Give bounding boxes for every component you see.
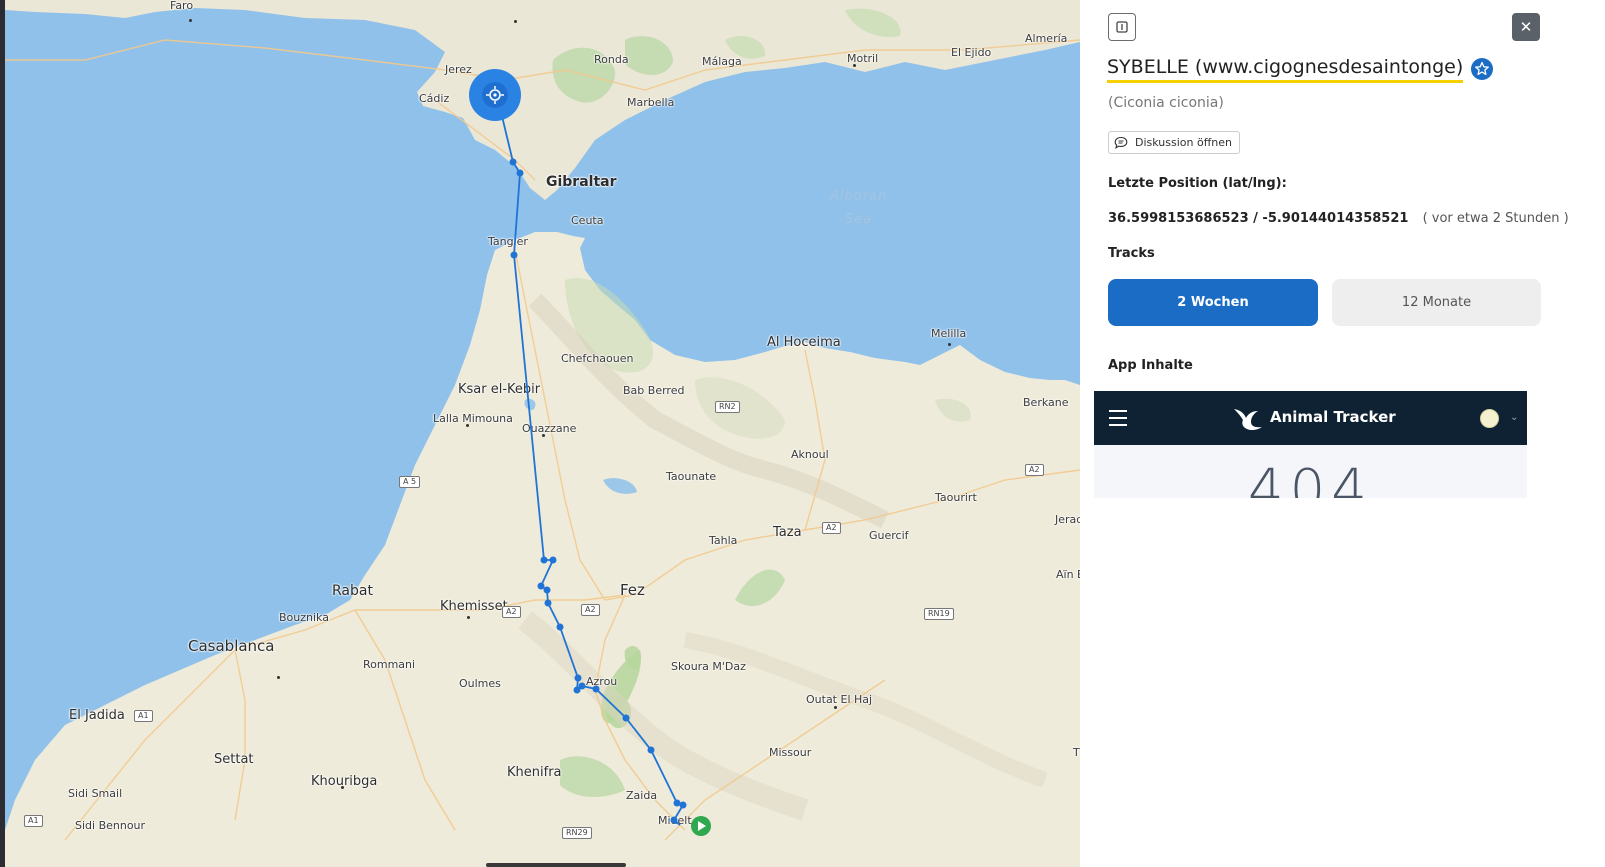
animal-tracker-logo-icon [1234, 409, 1262, 430]
close-button[interactable]: ✕ [1512, 13, 1540, 41]
open-discussion-label: Diskussion öffnen [1135, 136, 1232, 149]
chevron-down-icon[interactable]: ⌄ [1510, 412, 1518, 423]
app-header: Animal Tracker ⌄ [1094, 391, 1527, 445]
track-12-months-button[interactable]: 12 Monate [1332, 279, 1541, 326]
last-position-value: 36.5998153686523 / -5.90144014358521 [1108, 211, 1409, 226]
species-name: (Ciconia ciconia) [1108, 95, 1224, 111]
track-point[interactable] [510, 251, 518, 259]
last-position-row: 36.5998153686523 / -5.90144014358521 ( v… [1108, 211, 1569, 226]
open-discussion-button[interactable]: Diskussion öffnen [1108, 131, 1240, 154]
track-point[interactable] [543, 586, 551, 594]
track-point[interactable] [592, 685, 600, 693]
track-2-weeks-button[interactable]: 2 Wochen [1108, 279, 1318, 326]
map-scrollbar[interactable] [486, 863, 626, 867]
close-icon: ✕ [1519, 18, 1533, 36]
track-point[interactable] [516, 169, 524, 177]
menu-icon[interactable] [1109, 410, 1127, 426]
track-point[interactable] [574, 674, 582, 682]
tracks-label: Tracks [1108, 246, 1155, 261]
last-position-label: Letzte Position (lat/lng): [1108, 176, 1287, 191]
track-point[interactable] [509, 158, 517, 166]
sidebar-toggle-button[interactable] [1108, 13, 1136, 41]
user-avatar[interactable] [1480, 409, 1499, 428]
animal-name: SYBELLE (www.cigognesdesaintonge) [1107, 55, 1464, 83]
track-point[interactable] [622, 714, 630, 722]
sidebar-icon [1116, 21, 1128, 33]
track-point[interactable] [670, 816, 678, 824]
app-name: Animal Tracker [1270, 408, 1396, 426]
favorite-star-icon[interactable] [1470, 57, 1494, 81]
track-point[interactable] [578, 682, 586, 690]
track-point[interactable] [556, 623, 564, 631]
track-point[interactable] [549, 556, 557, 564]
track-point[interactable] [544, 599, 552, 607]
track-point[interactable] [647, 746, 655, 754]
app-content-label: App Inhalte [1108, 358, 1193, 373]
error-code: 404 [1248, 458, 1373, 499]
track-line [494, 94, 685, 826]
track-point[interactable] [679, 801, 687, 809]
track-point[interactable] [540, 556, 548, 564]
map-view[interactable]: Faro Jerez Cádiz Ronda Málaga Motril El … [5, 0, 1080, 867]
chat-icon [1114, 136, 1128, 149]
animal-detail-panel: ✕ SYBELLE (www.cigognesdesaintonge) (Cic… [1080, 0, 1605, 867]
last-position-ago: ( vor etwa 2 Stunden ) [1422, 211, 1569, 226]
track-start-marker[interactable] [691, 816, 711, 836]
track-points [509, 158, 687, 824]
animal-title-row: SYBELLE (www.cigognesdesaintonge) [1107, 55, 1494, 83]
track-overlay [469, 69, 711, 836]
current-position-marker[interactable] [469, 69, 521, 121]
track-point[interactable] [537, 582, 545, 590]
app-content-frame[interactable]: Animal Tracker ⌄ 404 [1094, 391, 1527, 498]
track-point[interactable] [673, 799, 681, 807]
